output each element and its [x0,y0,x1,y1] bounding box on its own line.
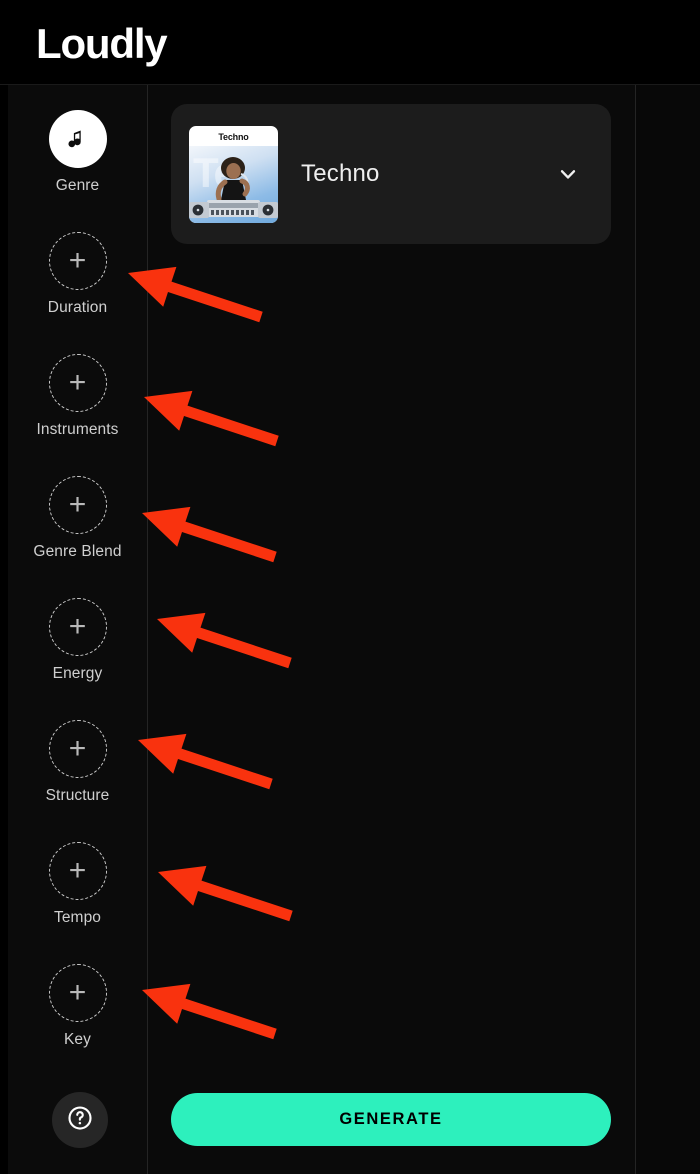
sidebar-item-genre-blend[interactable]: + Genre Blend [8,476,147,561]
plus-icon: + [68,244,87,277]
plus-icon: + [68,976,87,1009]
right-gutter [636,85,700,1174]
loudly-music-generator-app: Loudly Genre + Duration + Instruments + … [0,0,700,1174]
sidebar-item-instruments[interactable]: + Instruments [8,354,147,439]
sidebar-item-duration[interactable]: + Duration [8,232,147,317]
sidebar-item-tempo[interactable]: + Tempo [8,842,147,927]
genre-selector-card[interactable]: Te Techno Techno [171,104,611,244]
plus-icon: + [68,732,87,765]
generate-button[interactable]: GENERATE [171,1093,611,1146]
plus-icon: + [68,854,87,887]
plus-icon: + [68,610,87,643]
parameter-sidebar: Genre + Duration + Instruments + Genre B… [8,85,148,1174]
genre-thumbnail: Te Techno [189,125,278,223]
sidebar-item-energy[interactable]: + Energy [8,598,147,683]
genre-avatar [48,110,107,168]
plus-icon: + [68,488,87,521]
thumbnail-caption: Techno [218,131,249,142]
add-duration-circle[interactable]: + [48,232,107,290]
app-body: Genre + Duration + Instruments + Genre B… [0,85,700,1174]
add-genre-blend-circle[interactable]: + [48,476,107,534]
add-tempo-circle[interactable]: + [48,842,107,900]
add-key-circle[interactable]: + [48,964,107,1022]
sidebar-item-label: Duration [47,299,108,316]
app-header: Loudly [0,0,700,85]
music-note-icon [49,110,107,168]
loudly-logo: Loudly [36,20,168,67]
sidebar-item-label: Key [63,1031,91,1048]
genre-name: Techno [301,160,380,187]
sidebar-item-label: Structure [45,787,110,804]
sidebar-item-label: Genre Blend [33,543,122,560]
chevron-down-icon[interactable] [555,161,581,187]
sidebar-item-genre[interactable]: Genre [8,110,147,195]
sidebar-item-label: Tempo [53,909,102,926]
question-mark-circle-icon [65,1103,95,1138]
sidebar-item-structure[interactable]: + Structure [8,720,147,805]
main-panel: Te Techno Techno GENERATE [149,85,636,1174]
add-instruments-circle[interactable]: + [48,354,107,412]
sidebar-item-label: Genre [55,177,100,194]
help-button[interactable] [52,1092,108,1148]
sidebar-item-key[interactable]: + Key [8,964,147,1049]
left-gutter [0,85,8,1174]
sidebar-item-label: Energy [52,665,103,682]
add-structure-circle[interactable]: + [48,720,107,778]
sidebar-item-label: Instruments [36,421,119,438]
add-energy-circle[interactable]: + [48,598,107,656]
plus-icon: + [68,366,87,399]
